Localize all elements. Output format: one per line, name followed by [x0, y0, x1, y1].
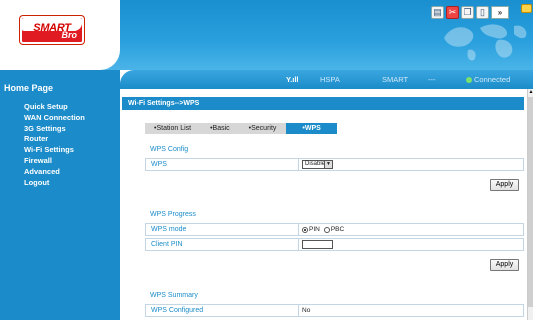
tab-station-list[interactable]: •Station List [145, 123, 201, 134]
status-separator: --- [428, 75, 436, 84]
tab-basic[interactable]: •Basic [201, 123, 240, 134]
router-admin-page: ▤ ✂ ❐ ▯ » SMART Bro Home Page Quick Setu… [0, 0, 533, 320]
save-icon[interactable]: ▤ [431, 6, 444, 19]
chevron-down-icon: ▼ [324, 161, 332, 168]
wps-mode-row: WPS mode PIN PBC [145, 223, 524, 236]
scroll-up-icon[interactable]: ▲ [528, 89, 533, 95]
operator-name: SMART [382, 75, 409, 84]
scroll-thumb[interactable] [528, 97, 533, 307]
tab-security[interactable]: •Security [240, 123, 287, 134]
sidebar-item-logout[interactable]: Logout [24, 178, 85, 189]
page-icon[interactable]: ▯ [476, 6, 489, 19]
wps-config-apply-button[interactable]: Apply [490, 179, 519, 191]
wps-row: WPS Disable ▼ [145, 158, 524, 171]
sidebar-item-quick-setup[interactable]: Quick Setup [24, 102, 85, 113]
wps-label: WPS [146, 159, 299, 170]
sidebar: Home Page Quick Setup WAN Connection 3G … [0, 70, 120, 320]
pbc-radio[interactable] [323, 226, 330, 233]
sidebar-item-router[interactable]: Router [24, 134, 85, 145]
vertical-scrollbar[interactable]: ▲ [527, 89, 533, 320]
signal-strength-icon: Y.ıll [286, 75, 299, 84]
sidebar-item-firewall[interactable]: Firewall [24, 156, 85, 167]
sidebar-item-3g-settings[interactable]: 3G Settings [24, 124, 85, 135]
tab-bar: •Station List •Basic •Security •WPS [145, 123, 337, 134]
world-map-graphic [444, 24, 527, 61]
more-toolbar-button[interactable]: » [491, 6, 509, 19]
message-icon[interactable] [521, 4, 532, 13]
tab-wps[interactable]: •WPS [286, 123, 337, 134]
sidebar-item-wifi-settings[interactable]: Wi-Fi Settings [24, 145, 85, 156]
wps-configured-row: WPS Configured No [145, 304, 524, 317]
status-bar: Y.ıll HSPA SMART --- Connected [120, 70, 533, 89]
page-title: Wi-Fi Settings-->WPS [122, 97, 524, 110]
copy-icon[interactable]: ❐ [461, 6, 474, 19]
sidebar-home-link[interactable]: Home Page [4, 83, 53, 93]
sidebar-item-wan-connection[interactable]: WAN Connection [24, 113, 85, 124]
connection-status: Connected [466, 75, 510, 84]
wps-summary-heading: WPS Summary [150, 292, 198, 299]
browser-toolbar: ▤ ✂ ❐ ▯ » [431, 6, 509, 19]
wps-configured-value: No [302, 307, 311, 314]
client-pin-input[interactable] [302, 240, 333, 249]
wps-progress-heading: WPS Progress [150, 211, 196, 218]
smart-bro-logo: SMART Bro [20, 16, 84, 44]
wps-mode-label: WPS mode [146, 224, 299, 235]
client-pin-label: Client PIN [146, 239, 299, 250]
sidebar-nav: Quick Setup WAN Connection 3G Settings R… [24, 102, 85, 188]
client-pin-row: Client PIN [145, 238, 524, 251]
network-type: HSPA [320, 75, 340, 84]
wps-progress-apply-button[interactable]: Apply [490, 259, 519, 271]
pin-radio[interactable] [302, 226, 308, 233]
wps-config-heading: WPS Config [150, 146, 189, 153]
logo-panel: SMART Bro [0, 0, 120, 70]
cut-icon[interactable]: ✂ [446, 6, 459, 19]
sidebar-item-advanced[interactable]: Advanced [24, 167, 85, 178]
logo-sub: Bro [61, 30, 78, 40]
connected-dot-icon [466, 77, 472, 83]
wps-configured-label: WPS Configured [146, 305, 299, 316]
wps-select[interactable]: Disable ▼ [302, 160, 333, 169]
